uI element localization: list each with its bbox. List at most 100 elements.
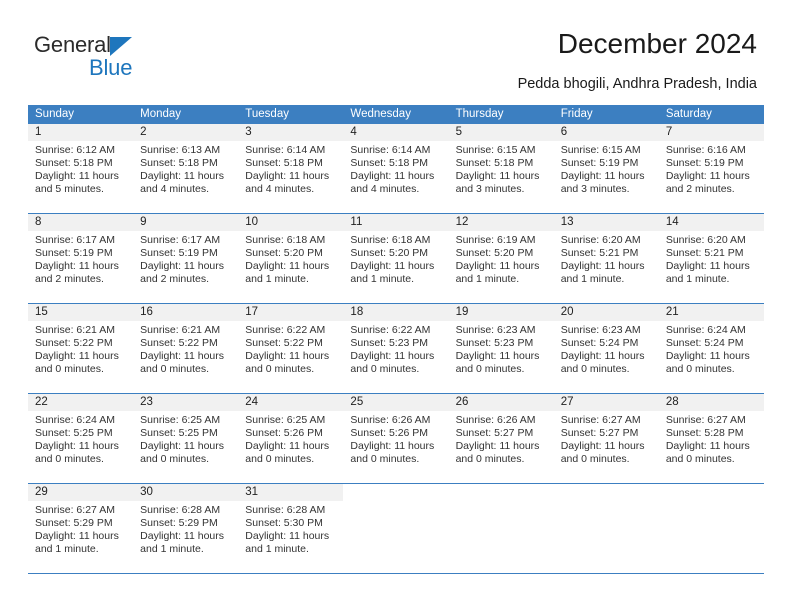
general-blue-logo[interactable]: General Blue <box>34 32 264 82</box>
day-number: 29 <box>28 484 134 501</box>
calendar-day-cell[interactable]: 1 Sunrise: 6:12 AM Sunset: 5:18 PM Daylight… <box>28 124 134 213</box>
day-sunrise-text: Sunrise: 6:14 AM <box>245 144 326 156</box>
day-details: Sunrise: 6:22 AM Sunset: 5:23 PM Daylight:… <box>343 321 448 376</box>
calendar-day-cell[interactable]: 23 Sunrise: 6:25 AM Sunset: 5:25 PM Dayligh… <box>133 394 239 483</box>
day-daylight-text: Daylight: 11 hours <box>140 350 224 362</box>
day-sunset-text: Sunset: 5:18 PM <box>245 157 323 169</box>
calendar-day-cell[interactable]: 30 Sunrise: 6:28 AM Sunset: 5:29 PM Dayligh… <box>133 484 239 573</box>
day-details <box>449 501 554 504</box>
calendar-day-cell[interactable]: 6 Sunrise: 6:15 AM Sunset: 5:19 PM Daylight… <box>553 124 659 213</box>
day-details: Sunrise: 6:21 AM Sunset: 5:22 PM Daylight:… <box>28 321 133 376</box>
day-daylight-text: and 4 minutes. <box>140 183 210 195</box>
day-details: Sunrise: 6:28 AM Sunset: 5:29 PM Daylight:… <box>133 501 238 556</box>
day-daylight-text: and 0 minutes. <box>140 363 210 375</box>
calendar-day-cell[interactable]: 20 Sunrise: 6:23 AM Sunset: 5:24 PM Dayligh… <box>553 304 659 393</box>
day-sunrise-text: Sunrise: 6:12 AM <box>35 144 115 156</box>
day-details <box>554 501 659 504</box>
day-sunset-text: Sunset: 5:18 PM <box>140 157 218 169</box>
weekday-header-saturday: Saturday <box>665 108 712 120</box>
day-number: 27 <box>553 394 659 411</box>
day-details: Sunrise: 6:18 AM Sunset: 5:20 PM Daylight:… <box>343 231 448 286</box>
calendar-day-cell[interactable]: 15 Sunrise: 6:21 AM Sunset: 5:22 PM Dayligh… <box>28 304 134 393</box>
weekday-header-monday: Monday <box>140 108 182 120</box>
calendar-day-cell[interactable]: 31 Sunrise: 6:28 AM Sunset: 5:30 PM Dayligh… <box>238 484 344 573</box>
day-details: Sunrise: 6:15 AM Sunset: 5:19 PM Daylight:… <box>554 141 659 196</box>
calendar-day-cell[interactable]: 29 Sunrise: 6:27 AM Sunset: 5:29 PM Dayligh… <box>28 484 134 573</box>
day-daylight-text: and 0 minutes. <box>350 453 420 465</box>
day-daylight-text: Daylight: 11 hours <box>665 260 750 272</box>
day-sunset-text: Sunset: 5:29 PM <box>35 517 113 529</box>
day-sunrise-text: Sunrise: 6:15 AM <box>560 144 641 156</box>
day-daylight-text: Daylight: 11 hours <box>140 260 224 272</box>
day-sunrise-text: Sunrise: 6:23 AM <box>560 324 641 336</box>
day-details: Sunrise: 6:14 AM Sunset: 5:18 PM Daylight:… <box>238 141 343 196</box>
day-details: Sunrise: 6:15 AM Sunset: 5:18 PM Daylight:… <box>449 141 554 196</box>
calendar-day-cell[interactable]: 3 Sunrise: 6:14 AM Sunset: 5:18 PM Daylight… <box>238 124 344 213</box>
day-daylight-text: and 0 minutes. <box>455 453 525 465</box>
day-number: 9 <box>133 214 239 231</box>
calendar-day-cell[interactable]: 17 Sunrise: 6:22 AM Sunset: 5:22 PM Dayligh… <box>238 304 344 393</box>
day-number: 16 <box>133 304 239 321</box>
day-daylight-text: and 3 minutes. <box>560 183 630 195</box>
day-sunset-text: Sunset: 5:24 PM <box>560 337 639 349</box>
day-number: 26 <box>448 394 554 411</box>
calendar-day-cell[interactable]: 10 Sunrise: 6:18 AM Sunset: 5:20 PM Dayligh… <box>238 214 344 303</box>
calendar-day-cell[interactable]: 2 Sunrise: 6:13 AM Sunset: 5:18 PM Daylight… <box>133 124 239 213</box>
calendar-day-cell[interactable]: 5 Sunrise: 6:15 AM Sunset: 5:18 PM Daylight… <box>448 124 554 213</box>
calendar-day-cell[interactable]: 11 Sunrise: 6:18 AM Sunset: 5:20 PM Dayligh… <box>343 214 449 303</box>
day-sunset-text: Sunset: 5:23 PM <box>350 337 429 349</box>
day-number: 3 <box>238 124 344 141</box>
day-sunrise-text: Sunrise: 6:26 AM <box>455 414 536 426</box>
calendar-day-cell[interactable]: 16 Sunrise: 6:21 AM Sunset: 5:22 PM Dayligh… <box>133 304 239 393</box>
calendar-day-cell[interactable]: 13 Sunrise: 6:20 AM Sunset: 5:21 PM Dayligh… <box>553 214 659 303</box>
calendar-day-cell[interactable]: 8 Sunrise: 6:17 AM Sunset: 5:19 PM Daylight… <box>28 214 134 303</box>
calendar-day-cell[interactable]: 4 Sunrise: 6:14 AM Sunset: 5:18 PM Daylight… <box>343 124 449 213</box>
day-daylight-text: Daylight: 11 hours <box>455 170 540 182</box>
day-daylight-text: Daylight: 11 hours <box>35 260 119 272</box>
day-details: Sunrise: 6:27 AM Sunset: 5:27 PM Daylight:… <box>554 411 659 466</box>
day-sunrise-text: Sunrise: 6:20 AM <box>665 234 746 246</box>
day-daylight-text: Daylight: 11 hours <box>350 170 435 182</box>
day-sunrise-text: Sunrise: 6:20 AM <box>560 234 641 246</box>
calendar-day-cell[interactable]: 27 Sunrise: 6:27 AM Sunset: 5:27 PM Dayligh… <box>553 394 659 483</box>
calendar-week-row: 15 Sunrise: 6:21 AM Sunset: 5:22 PM Dayligh… <box>28 303 764 393</box>
day-sunrise-text: Sunrise: 6:21 AM <box>35 324 115 336</box>
calendar-day-cell-empty <box>343 484 448 573</box>
calendar-day-cell[interactable]: 21 Sunrise: 6:24 AM Sunset: 5:24 PM Dayligh… <box>658 304 764 393</box>
day-sunset-text: Sunset: 5:18 PM <box>350 157 429 169</box>
day-sunset-text: Sunset: 5:28 PM <box>665 427 744 439</box>
calendar-day-cell[interactable]: 25 Sunrise: 6:26 AM Sunset: 5:26 PM Dayligh… <box>343 394 449 483</box>
day-details: Sunrise: 6:14 AM Sunset: 5:18 PM Daylight:… <box>343 141 448 196</box>
calendar-day-cell[interactable]: 12 Sunrise: 6:19 AM Sunset: 5:20 PM Dayligh… <box>448 214 554 303</box>
calendar-day-cell[interactable]: 18 Sunrise: 6:22 AM Sunset: 5:23 PM Dayligh… <box>343 304 449 393</box>
day-sunset-text: Sunset: 5:24 PM <box>665 337 744 349</box>
day-sunrise-text: Sunrise: 6:25 AM <box>140 414 221 426</box>
calendar-day-cell[interactable]: 9 Sunrise: 6:17 AM Sunset: 5:19 PM Daylight… <box>133 214 239 303</box>
calendar-day-cell[interactable]: 26 Sunrise: 6:26 AM Sunset: 5:27 PM Dayligh… <box>448 394 554 483</box>
day-sunset-text: Sunset: 5:18 PM <box>455 157 534 169</box>
day-sunset-text: Sunset: 5:25 PM <box>35 427 113 439</box>
day-details <box>659 501 764 504</box>
weekday-header-thursday: Thursday <box>455 108 504 120</box>
calendar-day-cell[interactable]: 7 Sunrise: 6:16 AM Sunset: 5:19 PM Daylight… <box>658 124 764 213</box>
calendar-day-cell[interactable]: 28 Sunrise: 6:27 AM Sunset: 5:28 PM Dayligh… <box>658 394 764 483</box>
day-number: 30 <box>133 484 239 501</box>
day-sunset-text: Sunset: 5:20 PM <box>455 247 534 259</box>
calendar-grid: Sunday Monday Tuesday Wednesday Thursday… <box>28 105 764 574</box>
day-number: 4 <box>343 124 449 141</box>
day-sunset-text: Sunset: 5:19 PM <box>35 247 113 259</box>
calendar-week-row: 1 Sunrise: 6:12 AM Sunset: 5:18 PM Daylight… <box>28 124 764 213</box>
day-sunrise-text: Sunrise: 6:27 AM <box>560 414 641 426</box>
calendar-day-cell[interactable]: 19 Sunrise: 6:23 AM Sunset: 5:23 PM Dayligh… <box>448 304 554 393</box>
calendar-day-cell[interactable]: 22 Sunrise: 6:24 AM Sunset: 5:25 PM Dayligh… <box>28 394 134 483</box>
calendar-day-cell-empty <box>659 484 764 573</box>
day-daylight-text: and 0 minutes. <box>245 453 315 465</box>
day-daylight-text: and 0 minutes. <box>35 453 104 465</box>
day-details: Sunrise: 6:23 AM Sunset: 5:24 PM Daylight:… <box>554 321 659 376</box>
day-daylight-text: and 1 minute. <box>245 273 309 285</box>
day-sunrise-text: Sunrise: 6:17 AM <box>35 234 115 246</box>
day-sunrise-text: Sunrise: 6:26 AM <box>350 414 431 426</box>
day-details: Sunrise: 6:22 AM Sunset: 5:22 PM Daylight:… <box>238 321 343 376</box>
calendar-day-cell[interactable]: 24 Sunrise: 6:25 AM Sunset: 5:26 PM Dayligh… <box>238 394 344 483</box>
calendar-day-cell[interactable]: 14 Sunrise: 6:20 AM Sunset: 5:21 PM Dayligh… <box>658 214 764 303</box>
